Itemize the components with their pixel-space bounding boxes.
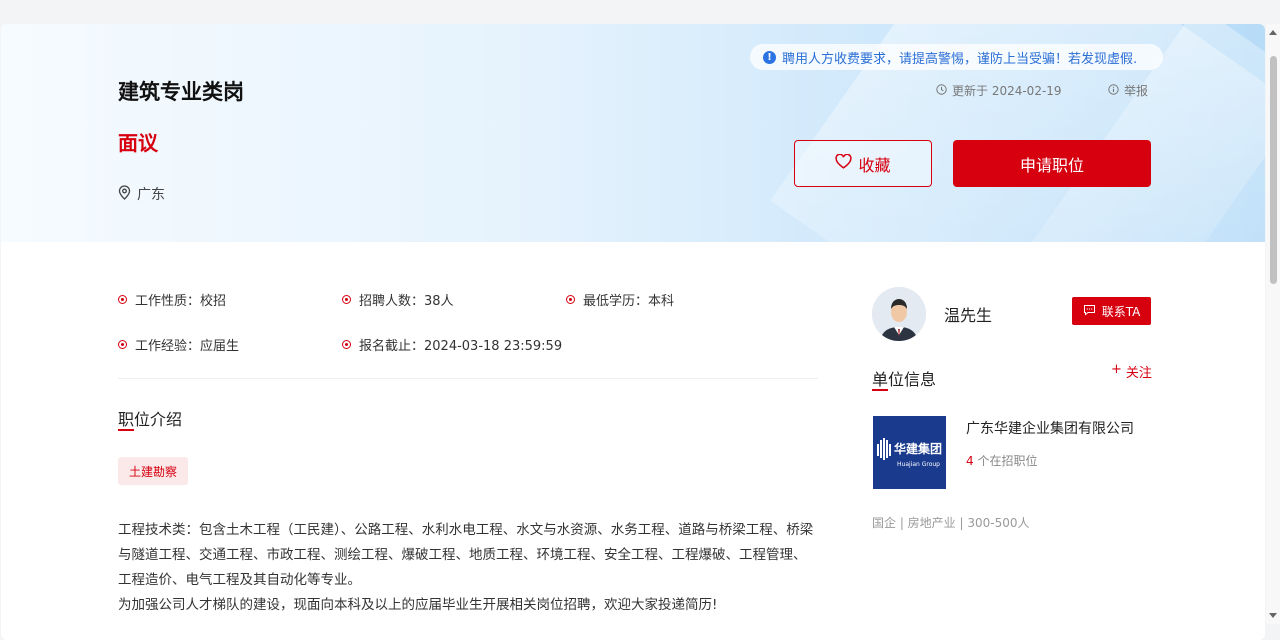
company-logo[interactable]: 华建集团 Huajian Group: [873, 416, 946, 489]
attr-experience: 工作经验：应届生: [118, 335, 239, 354]
plus-icon: +: [1111, 362, 1122, 377]
salary: 面议: [118, 131, 158, 155]
bullet-icon: [342, 295, 351, 304]
report-info-icon: [1108, 83, 1119, 98]
open-positions: 4 个在招职位: [966, 454, 1038, 468]
attr-education: 最低学历：本科: [566, 290, 674, 309]
company-meta: 国企 | 房地产业 | 300-500人: [872, 516, 1030, 530]
job-category-tag: 土建勘察: [118, 457, 189, 485]
favorite-button[interactable]: 收藏: [794, 140, 932, 187]
section-title-company: 单位信息: [872, 370, 937, 389]
apply-button[interactable]: 申请职位: [953, 140, 1151, 187]
bullet-icon: [566, 295, 575, 304]
notice-text: 聘用人方收费要求，请提高警惕，谨防上当受骗！若发现虚假.: [782, 51, 1138, 67]
follow-button[interactable]: + 关注: [1111, 362, 1152, 381]
updated-date: 更新于 2024-02-19: [936, 82, 1062, 99]
recruiter-name: 温先生: [944, 306, 993, 325]
bullet-icon: [118, 295, 127, 304]
description-paragraph: 为加强公司人才梯队的建设，现面向本科及以上的应届毕业生开展相关岗位招聘，欢迎大家…: [118, 597, 718, 613]
bullet-icon: [118, 340, 127, 349]
logo-mark-icon: [876, 437, 891, 460]
description-paragraph: 工程技术类：包含土木工程（工民建）、公路工程、水利水电工程、水文与水资源、水务工…: [118, 522, 814, 588]
heart-icon: [835, 153, 853, 173]
job-description: 工程技术类：包含土木工程（工民建）、公路工程、水利水电工程、水文与水资源、水务工…: [118, 518, 818, 618]
section-underline: [118, 429, 134, 431]
chat-icon: [1083, 304, 1096, 319]
clock-icon: [936, 83, 947, 98]
fraud-notice-banner: ! 聘用人方收费要求，请提高警惕，谨防上当受骗！若发现虚假.: [750, 44, 1163, 70]
scrollbar[interactable]: [1266, 24, 1280, 624]
scroll-up-arrow-icon[interactable]: [1269, 30, 1277, 35]
avatar: [872, 287, 926, 341]
divider: [118, 378, 818, 379]
job-header: 建筑专业类岗 面议 广东 ! 聘用人方收费要求，请提高警惕，谨防上当受骗！若发现…: [1, 24, 1265, 242]
scroll-down-arrow-icon[interactable]: [1269, 613, 1277, 618]
company-name[interactable]: 广东华建企业集团有限公司: [966, 418, 1134, 438]
scrollbar-thumb[interactable]: [1270, 56, 1277, 284]
logo-subtext: Huajian Group: [897, 460, 940, 468]
contact-button[interactable]: 联系TA: [1072, 297, 1151, 325]
logo-text: 华建集团: [893, 442, 942, 456]
bullet-icon: [342, 340, 351, 349]
info-icon: !: [763, 50, 776, 64]
report-link[interactable]: 举报: [1108, 82, 1148, 99]
job-detail-card: 建筑专业类岗 面议 广东 ! 聘用人方收费要求，请提高警惕，谨防上当受骗！若发现…: [1, 24, 1265, 640]
location-text: 广东: [137, 187, 165, 203]
job-title: 建筑专业类岗: [118, 80, 244, 104]
section-title-intro: 职位介绍: [118, 410, 183, 429]
section-underline: [872, 389, 888, 391]
attr-work-type: 工作性质：校招: [118, 290, 226, 309]
location-pin-icon: [118, 184, 131, 204]
favorite-label: 收藏: [858, 155, 891, 175]
attr-deadline: 报名截止：2024-03-18 23:59:59: [342, 335, 562, 354]
contact-label: 联系TA: [1101, 304, 1141, 319]
job-location: 广东: [118, 184, 165, 204]
attr-headcount: 招聘人数：38人: [342, 290, 454, 309]
